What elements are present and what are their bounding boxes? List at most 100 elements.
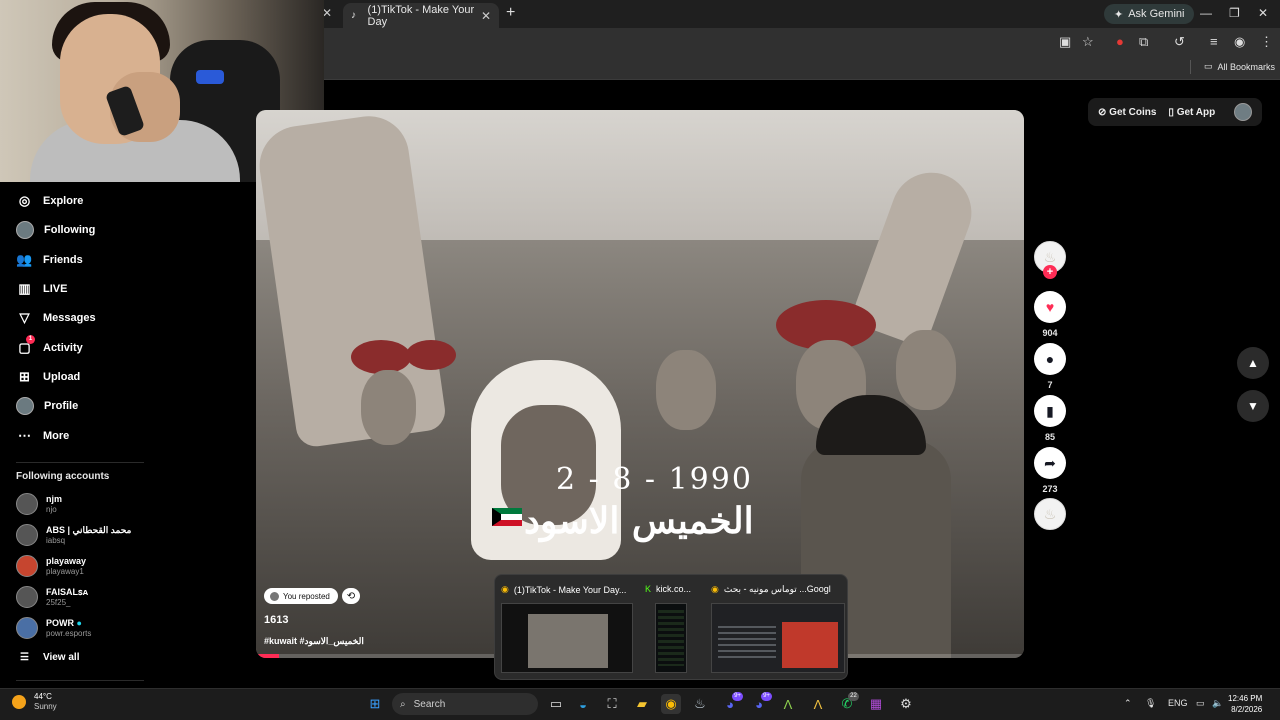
nav-more[interactable]: ⋯ More <box>16 427 69 444</box>
chrome-icon: ◉ <box>501 584 509 594</box>
tab-title: (1)TikTok - Make Your Day <box>367 3 475 28</box>
heart-icon: ♥ <box>1034 291 1066 323</box>
nav-live[interactable]: ▥ LIVE <box>16 280 67 297</box>
save-button[interactable]: ▮ 85 <box>1034 395 1066 442</box>
volume-icon[interactable]: 🔈 <box>1212 698 1223 709</box>
avatar <box>16 221 34 239</box>
account-handle: powr.esports <box>46 628 92 638</box>
account-handle: playaway1 <box>46 566 84 576</box>
new-tab-button[interactable]: + <box>506 4 515 22</box>
activity-badge: 1 <box>26 335 35 344</box>
windows-start-icon[interactable]: ⊞ <box>365 694 385 714</box>
preview-title: توماس مونيه - بحث ...Googl <box>723 584 831 594</box>
nav-friends[interactable]: 👥 Friends <box>16 251 82 268</box>
file-explorer-icon[interactable]: ▰ <box>632 694 652 714</box>
nav-upload[interactable]: ⊞ Upload <box>16 368 80 385</box>
menu-icon[interactable]: ⋮ <box>1260 34 1273 50</box>
avatar[interactable] <box>1234 103 1252 121</box>
profile-icon[interactable]: ◉ <box>1234 34 1245 50</box>
all-bookmarks-label: All Bookmarks <box>1217 61 1276 72</box>
nav-following[interactable]: Following <box>16 221 95 239</box>
system-clock[interactable]: 12:46 PM 8/2/2026 <box>1228 693 1262 715</box>
tiktok-icon: ♪ <box>351 9 356 21</box>
edge-icon[interactable]: ◒ <box>573 694 593 714</box>
chevron-up-icon[interactable]: ⌃ <box>1124 698 1132 709</box>
nav-profile[interactable]: Profile <box>16 397 78 415</box>
creator-avatar-button[interactable]: ♨ + <box>1034 241 1066 279</box>
clock-date: 8/2/2026 <box>1231 705 1263 714</box>
account-item[interactable]: POWR ● powr.esports <box>16 617 91 639</box>
like-button[interactable]: ♥ 904 <box>1034 291 1066 338</box>
video-caption[interactable]: #kuwait #الخميس_الاسود <box>264 636 364 647</box>
microphone-icon[interactable]: 🎙 <box>1145 698 1156 709</box>
weather-widget[interactable]: 44°C Sunny <box>12 692 57 712</box>
app-a2-icon[interactable]: Λ <box>808 694 828 714</box>
nav-label: Profile <box>44 400 79 412</box>
network-icon[interactable]: ▭ <box>1196 698 1205 709</box>
account-item[interactable]: ABS | محمد القحطاني iabsq <box>16 524 131 546</box>
nav-messages[interactable]: ▽ Messages <box>16 309 96 326</box>
view-all-link[interactable]: ☰ View all <box>20 652 79 663</box>
header-actions: ⊘ Get Coins ▯ Get App <box>1088 98 1262 126</box>
nav-activity[interactable]: ▢ 1 Activity <box>16 335 83 356</box>
language-indicator[interactable]: ENG <box>1168 698 1188 708</box>
preview-label[interactable]: ◉ توماس مونيه - بحث ...Googl <box>711 584 845 595</box>
chevron-up-icon: ▲ <box>1247 356 1259 370</box>
video-beret <box>351 340 411 374</box>
tab-search-icon[interactable]: ≡ <box>1210 34 1218 49</box>
account-item[interactable]: FAISALꜱᴀ 25f25_ <box>16 586 88 608</box>
nav-label: Explore <box>43 194 84 207</box>
webcam-chair-accent <box>196 70 224 84</box>
app-a-icon[interactable]: Λ <box>778 694 798 714</box>
task-view-icon[interactable]: ▭ <box>546 694 566 714</box>
kuwait-flag-icon <box>492 508 522 526</box>
preview-thumbnail[interactable] <box>501 603 633 673</box>
history-icon[interactable]: ↺ <box>1174 34 1185 50</box>
close-tab-icon[interactable]: ✕ <box>481 9 491 23</box>
chrome-icon[interactable]: ◉ <box>661 694 681 714</box>
preview-label[interactable]: K kick.co... <box>645 584 697 594</box>
comment-button[interactable]: ● 7 <box>1034 343 1066 390</box>
search-icon: ⌕ <box>400 698 406 710</box>
settings-app-icon[interactable]: ⚙ <box>896 694 916 714</box>
nav-explore[interactable]: ◎ Explore <box>16 192 84 209</box>
star-icon[interactable]: ☆ <box>1082 34 1094 50</box>
previous-video-button[interactable]: ▲ <box>1237 347 1269 379</box>
preview-thumbnail[interactable] <box>655 603 687 673</box>
store-icon[interactable]: ⛶ <box>602 694 622 714</box>
video-author[interactable]: 1613 <box>264 614 288 626</box>
repost-icon[interactable]: ⟲ <box>342 588 360 604</box>
all-bookmarks-button[interactable]: ▭ All Bookmarks <box>1204 61 1275 72</box>
sound-disc-button[interactable]: ♨ <box>1034 498 1066 530</box>
tab-tiktok[interactable]: ♪ (1)TikTok - Make Your Day ✕ <box>343 3 499 28</box>
steam-icon[interactable]: ♨ <box>690 694 710 714</box>
whatsapp-badge: 22 <box>848 692 859 701</box>
share-button[interactable]: ➦ 273 <box>1034 447 1066 494</box>
follow-plus-icon[interactable]: + <box>1043 265 1057 279</box>
puzzle-icon[interactable]: ⧉ <box>1139 34 1148 50</box>
avatar <box>16 524 38 546</box>
clock-time: 12:46 PM <box>1228 694 1263 703</box>
next-video-button[interactable]: ▼ <box>1237 390 1269 422</box>
get-coins-button[interactable]: ⊘ Get Coins <box>1098 107 1156 118</box>
get-app-button[interactable]: ▯ Get App <box>1168 107 1215 118</box>
save-count: 85 <box>1044 432 1055 442</box>
account-item[interactable]: njm njo <box>16 493 62 515</box>
avatar <box>16 397 34 415</box>
account-item[interactable]: playaway playaway1 <box>16 555 86 577</box>
discord-badge: 9+ <box>761 692 772 701</box>
game-app-icon[interactable]: ▦ <box>866 694 886 714</box>
taskbar-search[interactable]: ⌕ Search <box>392 693 538 715</box>
extension-red-icon[interactable]: ● <box>1116 34 1124 49</box>
preview-thumbnail[interactable] <box>711 603 845 673</box>
taskbar-window-preview: ◉ (1)TikTok - Make Your Day... K kick.co… <box>494 574 848 680</box>
bookmark-icon: ▮ <box>1034 395 1066 427</box>
ask-gemini-button[interactable]: ✦ Ask Gemini <box>1104 4 1195 24</box>
minimize-icon[interactable]: — <box>1200 6 1212 20</box>
preview-label[interactable]: ◉ (1)TikTok - Make Your Day... <box>501 584 633 595</box>
gemini-label: Ask Gemini <box>1128 8 1185 20</box>
video-face <box>896 330 956 410</box>
maximize-icon[interactable]: ❐ <box>1229 6 1240 20</box>
cast-icon[interactable]: ▣ <box>1059 34 1071 50</box>
window-close-icon[interactable]: ✕ <box>1258 6 1268 20</box>
